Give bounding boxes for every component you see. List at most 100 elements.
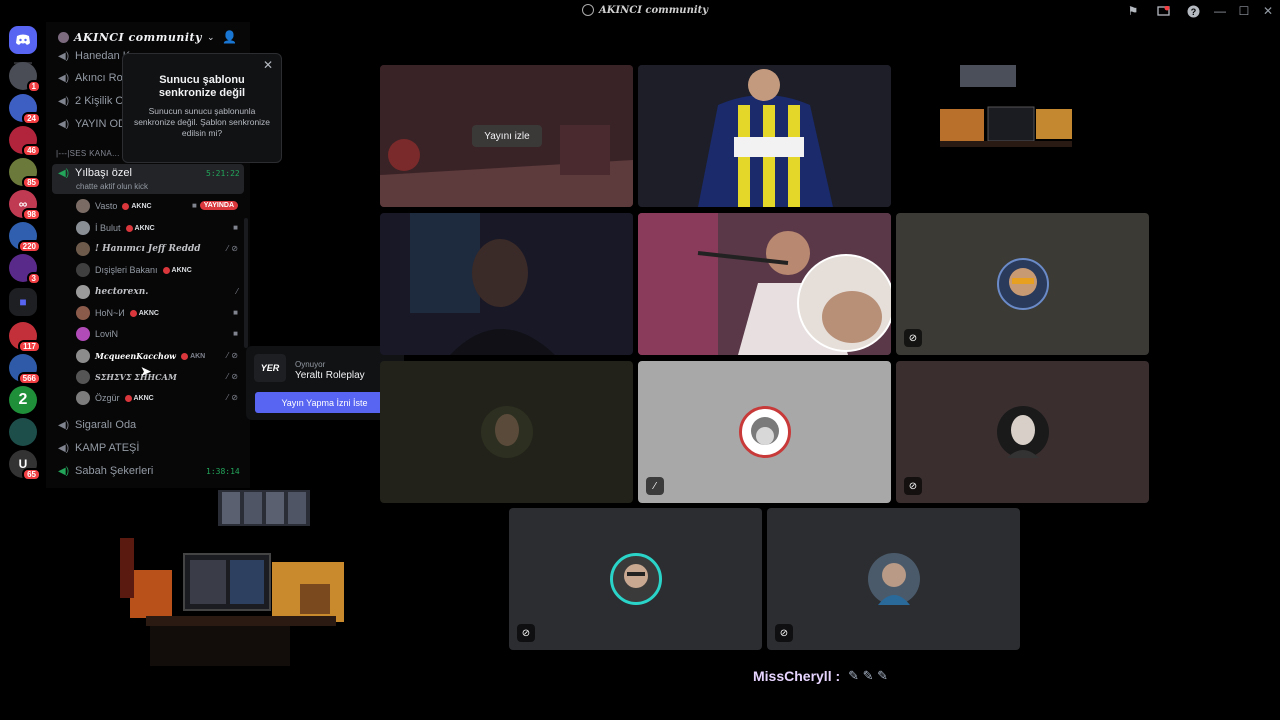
- flag-icon[interactable]: ⚑: [1118, 0, 1148, 22]
- mic-muted-icon: ⁄: [226, 244, 229, 253]
- mouse-cursor-icon: ➤: [140, 363, 152, 379]
- mic-muted-icon: ⁄: [236, 287, 238, 296]
- server-icon-11[interactable]: [9, 418, 37, 446]
- avatar: [76, 327, 90, 341]
- avatar: [996, 258, 1049, 310]
- avatar: [76, 199, 90, 213]
- voice-user[interactable]: Dışişleri Bakanı AKNC: [76, 260, 240, 280]
- channel-item[interactable]: ◀) KAMP ATEŞİ: [58, 438, 139, 458]
- avatar: [76, 349, 90, 363]
- request-stream-button[interactable]: Yayın Yapma İzni İste: [255, 392, 394, 413]
- server-icon-1[interactable]: 1: [9, 62, 41, 93]
- close-icon[interactable]: ✕: [263, 58, 273, 72]
- user-tile[interactable]: ⊘: [896, 361, 1149, 503]
- server-icon-8[interactable]: 117: [9, 322, 41, 353]
- voice-user[interactable]: ЅΣΗΣVΣ ΣΗΗСАМ ⁄ ⊘: [76, 367, 240, 387]
- voice-user[interactable]: hectorexn. ⁄: [76, 282, 240, 302]
- avatar: [480, 406, 533, 458]
- voice-user[interactable]: HoN~И AKNC ■: [76, 303, 240, 323]
- title-bar: AKINCI community ⚑ ? — ☐ ✕: [0, 0, 1280, 22]
- server-icon-7[interactable]: 3: [9, 254, 41, 285]
- video-tile[interactable]: [896, 65, 1149, 207]
- category-header[interactable]: |---|SES KANA...: [56, 149, 120, 158]
- server-icon-9[interactable]: 566: [9, 354, 41, 385]
- discord-home-icon[interactable]: [9, 26, 37, 54]
- maximize-icon[interactable]: ☐: [1232, 0, 1256, 22]
- channel-timer: 5:21:22: [206, 169, 240, 178]
- voice-user[interactable]: Özgür AKNC ⁄ ⊘: [76, 388, 240, 408]
- deafened-icon: ⊘: [904, 329, 922, 347]
- tooltip-title: Sunucu şablonu senkronize değil: [158, 74, 246, 99]
- help-icon[interactable]: ?: [1178, 0, 1208, 22]
- deafened-icon: ⊘: [231, 393, 238, 402]
- channel-item[interactable]: ◀) Sigaralı Oda: [58, 415, 136, 435]
- deafened-icon: ⊘: [775, 624, 793, 642]
- deafened-icon: ⊘: [904, 477, 922, 495]
- channel-timer: 1:38:14: [206, 467, 240, 476]
- server-rail: 1 24 46 85 ∞ 98 220 3 ■ 117 566 2 U 65: [0, 22, 46, 488]
- voice-user[interactable]: ! Hanımcı Jeff Reddd ⁄ ⊘: [76, 239, 240, 259]
- server-icon-6[interactable]: 220: [9, 222, 41, 253]
- avatar: [996, 406, 1049, 458]
- user-tile[interactable]: ⁄: [638, 361, 891, 503]
- voice-user[interactable]: LoviN ■: [76, 324, 240, 344]
- avatar: [76, 391, 90, 405]
- speaker-icon: ◀): [58, 118, 70, 130]
- server-icon-2[interactable]: 24: [9, 94, 41, 125]
- video-tile[interactable]: [380, 213, 633, 355]
- tooltip-body: Sunucun sunucu şablonunla senkronize değ…: [133, 106, 271, 138]
- speaker-icon: ◀): [58, 95, 70, 107]
- pen-icon: ✎ ✎ ✎: [848, 668, 889, 683]
- svg-text:?: ?: [1190, 7, 1196, 17]
- guild-name: AKINCI community: [74, 30, 202, 44]
- video-tile[interactable]: [638, 65, 891, 207]
- speaker-icon: ◀): [58, 419, 70, 431]
- server-icon-3[interactable]: 46: [9, 126, 41, 157]
- avatar: [738, 406, 791, 458]
- stream-tile[interactable]: Yayını izle: [380, 65, 633, 207]
- channel-item[interactable]: ◀) Sabah Şekerleri: [58, 461, 153, 481]
- voice-user[interactable]: Vasto AKNC ■ YAYINDA: [76, 196, 240, 216]
- server-icon-12[interactable]: U 65: [9, 450, 41, 481]
- activity-game: Yeraltı Roleplay: [295, 370, 365, 381]
- deafened-icon: ⊘: [231, 351, 238, 360]
- speaker-icon: ◀): [58, 465, 70, 477]
- activity-label: Oynuyor: [295, 360, 326, 369]
- video-tile[interactable]: [638, 213, 891, 355]
- caption-name: MissCheryll :: [753, 668, 841, 684]
- webcam-overlay: [0, 488, 410, 720]
- invite-people-icon[interactable]: 👤: [222, 30, 237, 44]
- deafened-icon: ⊘: [231, 372, 238, 381]
- camera-icon: ■: [233, 223, 238, 232]
- camera-icon: ■: [233, 308, 238, 317]
- screen-icon[interactable]: [1148, 0, 1178, 22]
- live-badge: YAYINDA: [199, 201, 238, 210]
- minimize-icon[interactable]: —: [1208, 0, 1232, 22]
- camera-icon: ■: [233, 329, 238, 338]
- mic-muted-icon: ⁄: [226, 372, 229, 381]
- watch-stream-button[interactable]: Yayını izle: [472, 125, 542, 147]
- active-channel[interactable]: ◀) Yılbaşı özel: [58, 163, 132, 183]
- user-tile[interactable]: [380, 361, 633, 503]
- folder-icon[interactable]: ■: [9, 288, 37, 316]
- avatar: [76, 263, 90, 277]
- voice-user[interactable]: McqueenKacchow AKN ⁄ ⊘: [76, 346, 240, 366]
- avatar: [867, 553, 920, 605]
- voice-user[interactable]: İ Bulut AKNC ■: [76, 218, 240, 238]
- channel-item[interactable]: ◀) Akıncı Ro...: [58, 68, 132, 88]
- avatar: [76, 285, 90, 299]
- user-tile[interactable]: ⊘: [767, 508, 1020, 650]
- avatar: [76, 221, 90, 235]
- close-icon[interactable]: ✕: [1256, 0, 1280, 22]
- server-icon-4[interactable]: 85: [9, 158, 41, 189]
- sidebar-scrollbar[interactable]: [244, 218, 248, 348]
- user-tile[interactable]: ⊘: [509, 508, 762, 650]
- mic-muted-icon: ⁄: [226, 351, 229, 360]
- server-icon-5[interactable]: ∞ 98: [9, 190, 41, 221]
- speaker-icon: ◀): [58, 167, 70, 179]
- server-icon-10[interactable]: 2: [9, 386, 37, 414]
- user-tile[interactable]: ⊘: [896, 213, 1149, 355]
- avatar: [609, 553, 662, 605]
- avatar: [76, 306, 90, 320]
- guild-icon: [58, 31, 69, 43]
